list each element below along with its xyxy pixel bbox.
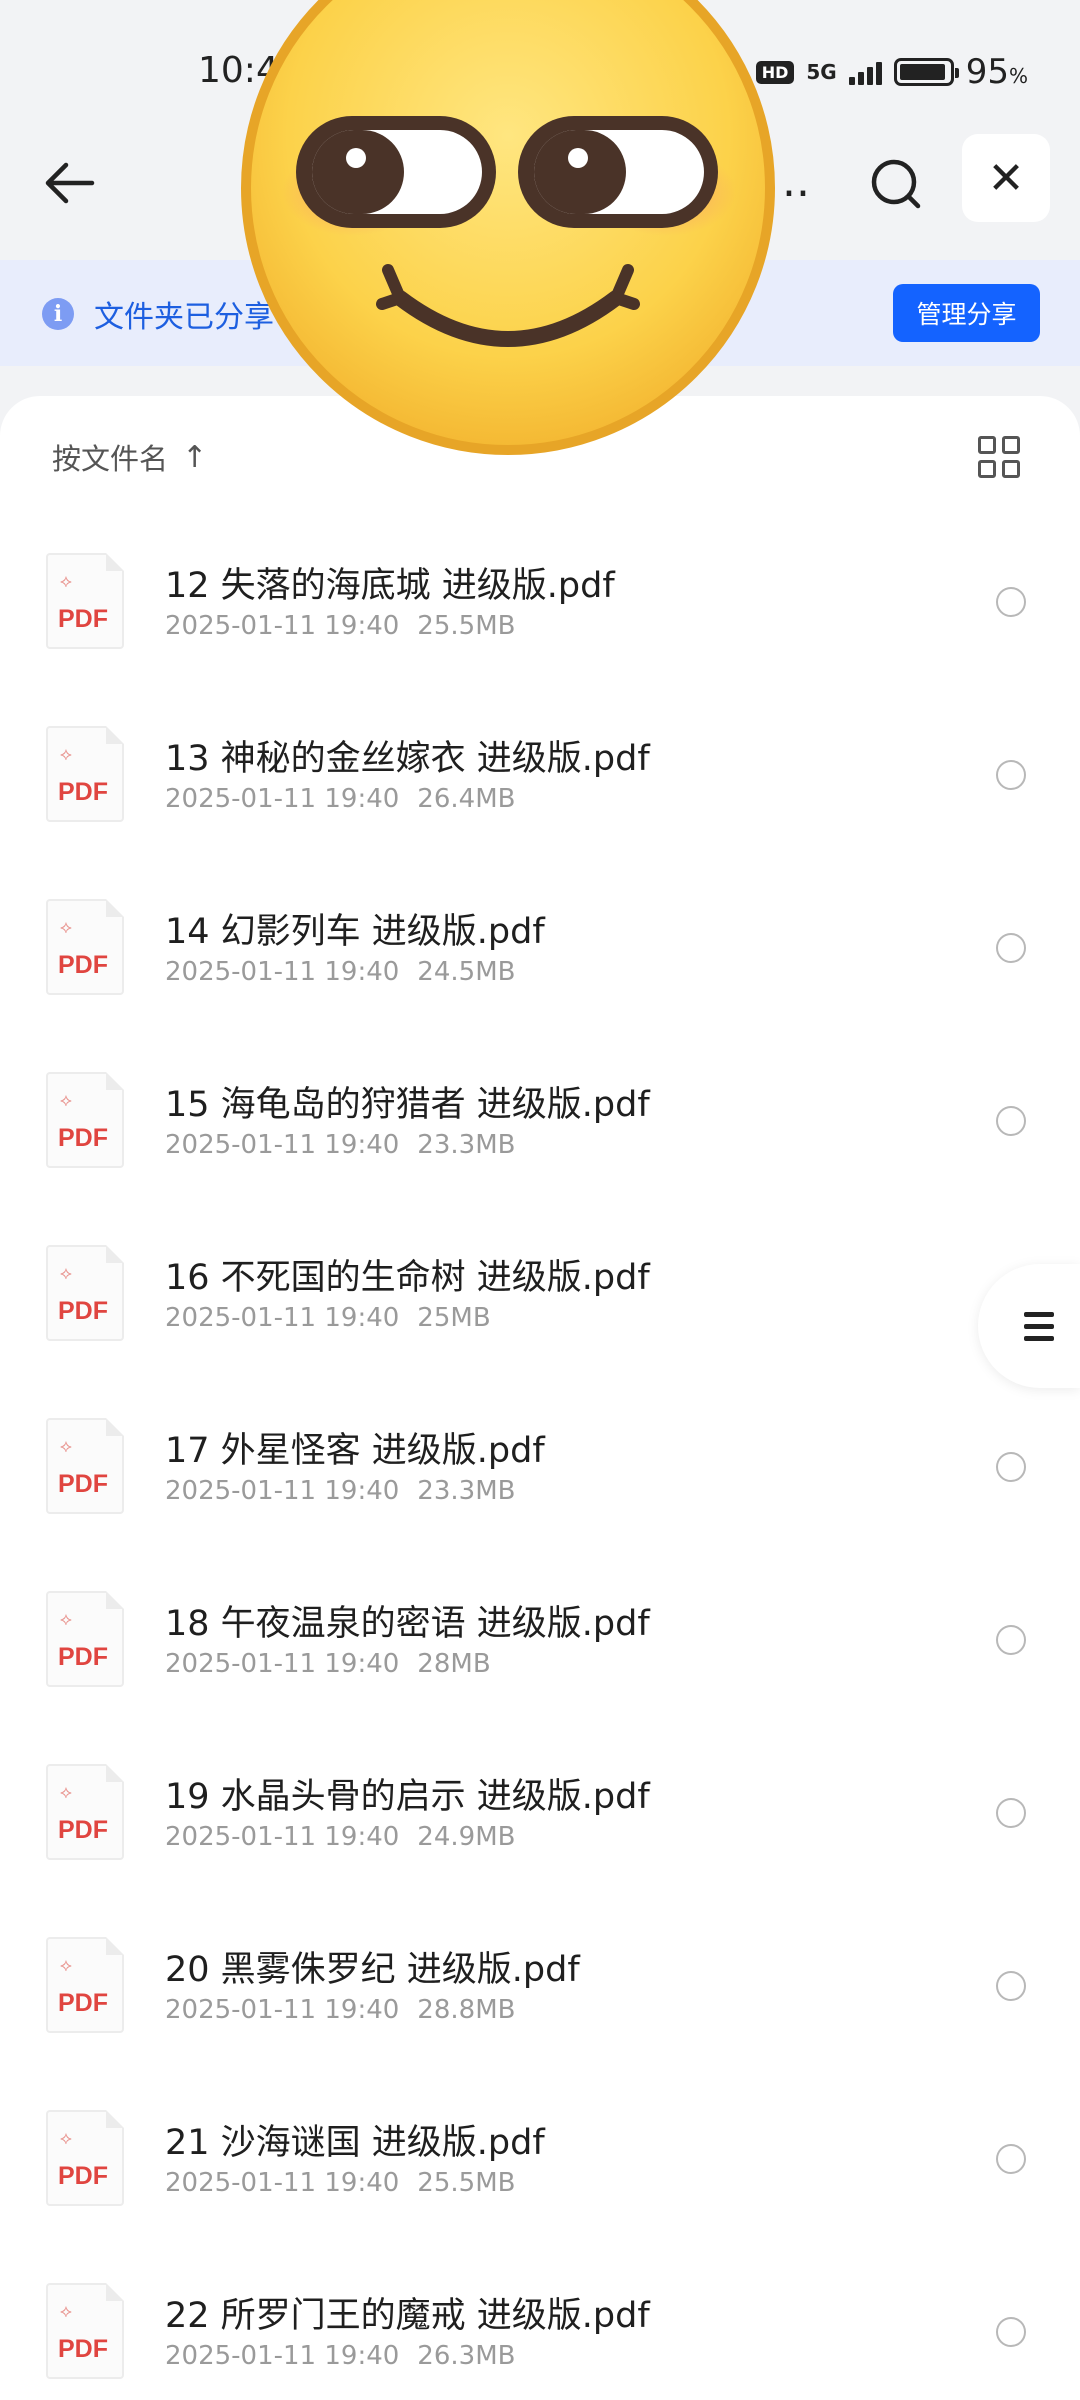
battery-level: 95% [965,52,1028,92]
file-name: 18 午夜温泉的密语 进级版.pdf [165,1604,650,1644]
pdf-file-icon: ⟡ PDF [46,1591,124,1687]
file-size: 25MB [417,1303,491,1333]
file-size: 24.5MB [417,957,516,987]
file-row[interactable]: ⟡ PDF 16 不死国的生命树 进级版.pdf 2025-01-11 19:4… [0,1245,1080,1418]
file-size: 25.5MB [417,611,516,641]
file-date: 2025-01-11 19:40 [165,957,400,987]
file-date: 2025-01-11 19:40 [165,1995,400,2025]
file-name: 20 黑雾侏罗纪 进级版.pdf [165,1950,580,1990]
file-meta: 2025-01-11 19:40 24.5MB [165,957,515,987]
file-name: 22 所罗门王的魔戒 进级版.pdf [165,2296,650,2336]
file-name: 12 失落的海底城 进级版.pdf [165,566,615,606]
manage-share-button[interactable]: 管理分享 [893,284,1040,342]
file-meta: 2025-01-11 19:40 25MB [165,1303,491,1333]
file-name: 17 外星怪客 进级版.pdf [165,1431,545,1471]
file-meta: 2025-01-11 19:40 26.3MB [165,2341,515,2371]
file-row[interactable]: ⟡ PDF 21 沙海谜国 进级版.pdf 2025-01-11 19:40 25… [0,2110,1080,2283]
file-size: 26.3MB [417,2341,516,2371]
file-row[interactable]: ⟡ PDF 15 海龟岛的狩猎者 进级版.pdf 2025-01-11 19:4… [0,1072,1080,1245]
select-checkbox[interactable] [996,1452,1026,1482]
close-button[interactable]: ✕ [962,134,1050,222]
file-meta: 2025-01-11 19:40 23.3MB [165,1130,515,1160]
file-row[interactable]: ⟡ PDF 20 黑雾侏罗纪 进级版.pdf 2025-01-11 19:40 2… [0,1937,1080,2110]
battery-icon [893,58,959,86]
file-size: 28MB [417,1649,491,1679]
info-icon: i [42,298,74,330]
file-name: 14 幻影列车 进级版.pdf [165,912,545,952]
file-name: 15 海龟岛的狩猎者 进级版.pdf [165,1085,650,1125]
file-row[interactable]: ⟡ PDF 17 外星怪客 进级版.pdf 2025-01-11 19:40 23… [0,1418,1080,1591]
file-date: 2025-01-11 19:40 [165,1130,400,1160]
file-size: 26.4MB [417,784,516,814]
search-icon [871,159,921,209]
pdf-file-icon: ⟡ PDF [46,1418,124,1514]
file-date: 2025-01-11 19:40 [165,784,400,814]
select-checkbox[interactable] [996,1971,1026,2001]
pdf-file-icon: ⟡ PDF [46,899,124,995]
file-row[interactable]: ⟡ PDF 22 所罗门王的魔戒 进级版.pdf 2025-01-11 19:4… [0,2283,1080,2400]
sort-control[interactable]: 按文件名 ↑ [52,436,207,478]
pdf-file-icon: ⟡ PDF [46,2110,124,2206]
pdf-file-icon: ⟡ PDF [46,1245,124,1341]
file-name: 19 水晶头骨的启示 进级版.pdf [165,1777,650,1817]
menu-lines-icon [1024,1311,1054,1341]
file-size: 28.8MB [417,1995,516,2025]
select-checkbox[interactable] [996,1106,1026,1136]
file-date: 2025-01-11 19:40 [165,2168,400,2198]
file-name: 13 神秘的金丝嫁衣 进级版.pdf [165,739,650,779]
select-checkbox[interactable] [996,1798,1026,1828]
file-meta: 2025-01-11 19:40 23.3MB [165,1476,515,1506]
file-row[interactable]: ⟡ PDF 12 失落的海底城 进级版.pdf 2025-01-11 19:40… [0,553,1080,726]
select-checkbox[interactable] [996,760,1026,790]
file-row[interactable]: ⟡ PDF 18 午夜温泉的密语 进级版.pdf 2025-01-11 19:4… [0,1591,1080,1764]
file-date: 2025-01-11 19:40 [165,1476,400,1506]
file-size: 24.9MB [417,1822,516,1852]
file-date: 2025-01-11 19:40 [165,611,400,641]
file-size: 25.5MB [417,2168,516,2198]
pdf-file-icon: ⟡ PDF [46,1072,124,1168]
select-checkbox[interactable] [996,2144,1026,2174]
signal-icon [848,59,882,85]
select-checkbox[interactable] [996,933,1026,963]
file-name: 16 不死国的生命树 进级版.pdf [165,1258,650,1298]
sort-ascending-icon: ↑ [182,439,208,475]
back-button[interactable] [36,150,102,216]
grid-view-icon[interactable] [978,436,1020,478]
select-checkbox[interactable] [996,1625,1026,1655]
file-date: 2025-01-11 19:40 [165,1649,400,1679]
search-button[interactable] [862,150,930,218]
pdf-file-icon: ⟡ PDF [46,726,124,822]
file-date: 2025-01-11 19:40 [165,2341,400,2371]
file-date: 2025-01-11 19:40 [165,1303,400,1333]
pdf-file-icon: ⟡ PDF [46,1937,124,2033]
file-meta: 2025-01-11 19:40 24.9MB [165,1822,515,1852]
file-size: 23.3MB [417,1476,516,1506]
file-meta: 2025-01-11 19:40 28.8MB [165,1995,515,2025]
pdf-file-icon: ⟡ PDF [46,2283,124,2379]
file-meta: 2025-01-11 19:40 26.4MB [165,784,515,814]
file-row[interactable]: ⟡ PDF 14 幻影列车 进级版.pdf 2025-01-11 19:40 24… [0,899,1080,1072]
pdf-file-icon: ⟡ PDF [46,553,124,649]
network-type: 5G [806,60,837,84]
close-icon: ✕ [987,152,1025,204]
file-row[interactable]: ⟡ PDF 13 神秘的金丝嫁衣 进级版.pdf 2025-01-11 19:4… [0,726,1080,899]
select-checkbox[interactable] [996,587,1026,617]
sort-label: 按文件名 [52,442,169,476]
file-date: 2025-01-11 19:40 [165,1822,400,1852]
pdf-file-icon: ⟡ PDF [46,1764,124,1860]
file-meta: 2025-01-11 19:40 25.5MB [165,611,515,641]
file-name: 21 沙海谜国 进级版.pdf [165,2123,545,2163]
smirk-emoji-sticker [241,0,775,455]
file-meta: 2025-01-11 19:40 28MB [165,1649,491,1679]
file-meta: 2025-01-11 19:40 25.5MB [165,2168,515,2198]
file-size: 23.3MB [417,1130,516,1160]
file-row[interactable]: ⟡ PDF 19 水晶头骨的启示 进级版.pdf 2025-01-11 19:4… [0,1764,1080,1937]
arrow-left-icon [45,162,95,204]
select-checkbox[interactable] [996,2317,1026,2347]
